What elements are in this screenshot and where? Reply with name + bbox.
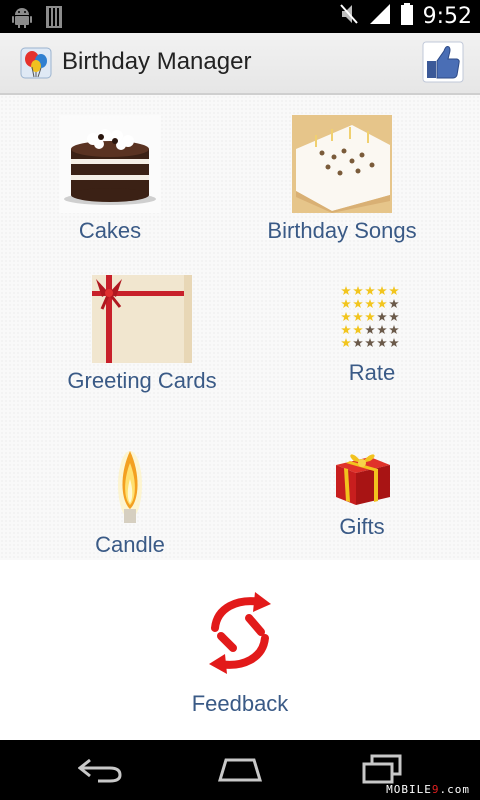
back-icon[interactable]: [77, 754, 122, 789]
app-title: Birthday Manager: [62, 48, 252, 75]
home-icon[interactable]: [216, 754, 264, 789]
thumbs-up-icon[interactable]: [422, 41, 464, 83]
greeting-cards-label: Greeting Cards: [67, 368, 217, 393]
gift-icon: [330, 445, 394, 514]
rate-button[interactable]: Rate: [322, 285, 422, 386]
android-icon: [12, 6, 32, 33]
battery-icon: [400, 3, 413, 30]
cakes-button[interactable]: Cakes: [40, 115, 180, 244]
mute-icon: [339, 3, 359, 30]
cakes-label: Cakes: [78, 218, 142, 243]
signal-icon: [369, 3, 391, 30]
feedback-arrows-icon: [203, 588, 277, 683]
main-menu-grid: Cakes Birthday Songs Greeting Cards Rate…: [0, 95, 480, 560]
feedback-label: Feedback: [191, 691, 289, 716]
action-bar: Birthday Manager: [0, 33, 480, 95]
song-cake-icon: [292, 115, 392, 218]
gifts-label: Gifts: [339, 514, 385, 539]
candle-label: Candle: [95, 532, 165, 557]
status-bar: 9:52: [0, 0, 480, 33]
feedback-button[interactable]: Feedback: [170, 588, 310, 717]
birthday-songs-button[interactable]: Birthday Songs: [262, 115, 422, 244]
rate-label: Rate: [348, 360, 396, 385]
clock: 9:52: [422, 4, 472, 29]
balloons-icon: [20, 47, 52, 79]
sim-icon: [46, 6, 62, 33]
cake-icon: [59, 115, 161, 218]
gifts-button[interactable]: Gifts: [312, 445, 412, 540]
stars-icon: [340, 285, 404, 356]
greeting-cards-button[interactable]: Greeting Cards: [62, 275, 222, 394]
navigation-bar: MOBILE9.com: [0, 740, 480, 800]
watermark: MOBILE9.com: [386, 783, 470, 796]
candle-icon: [115, 445, 145, 530]
greeting-card-icon: [92, 275, 192, 368]
candle-button[interactable]: Candle: [70, 445, 190, 558]
feedback-section: Feedback: [0, 560, 480, 740]
birthday-songs-label: Birthday Songs: [267, 218, 417, 243]
